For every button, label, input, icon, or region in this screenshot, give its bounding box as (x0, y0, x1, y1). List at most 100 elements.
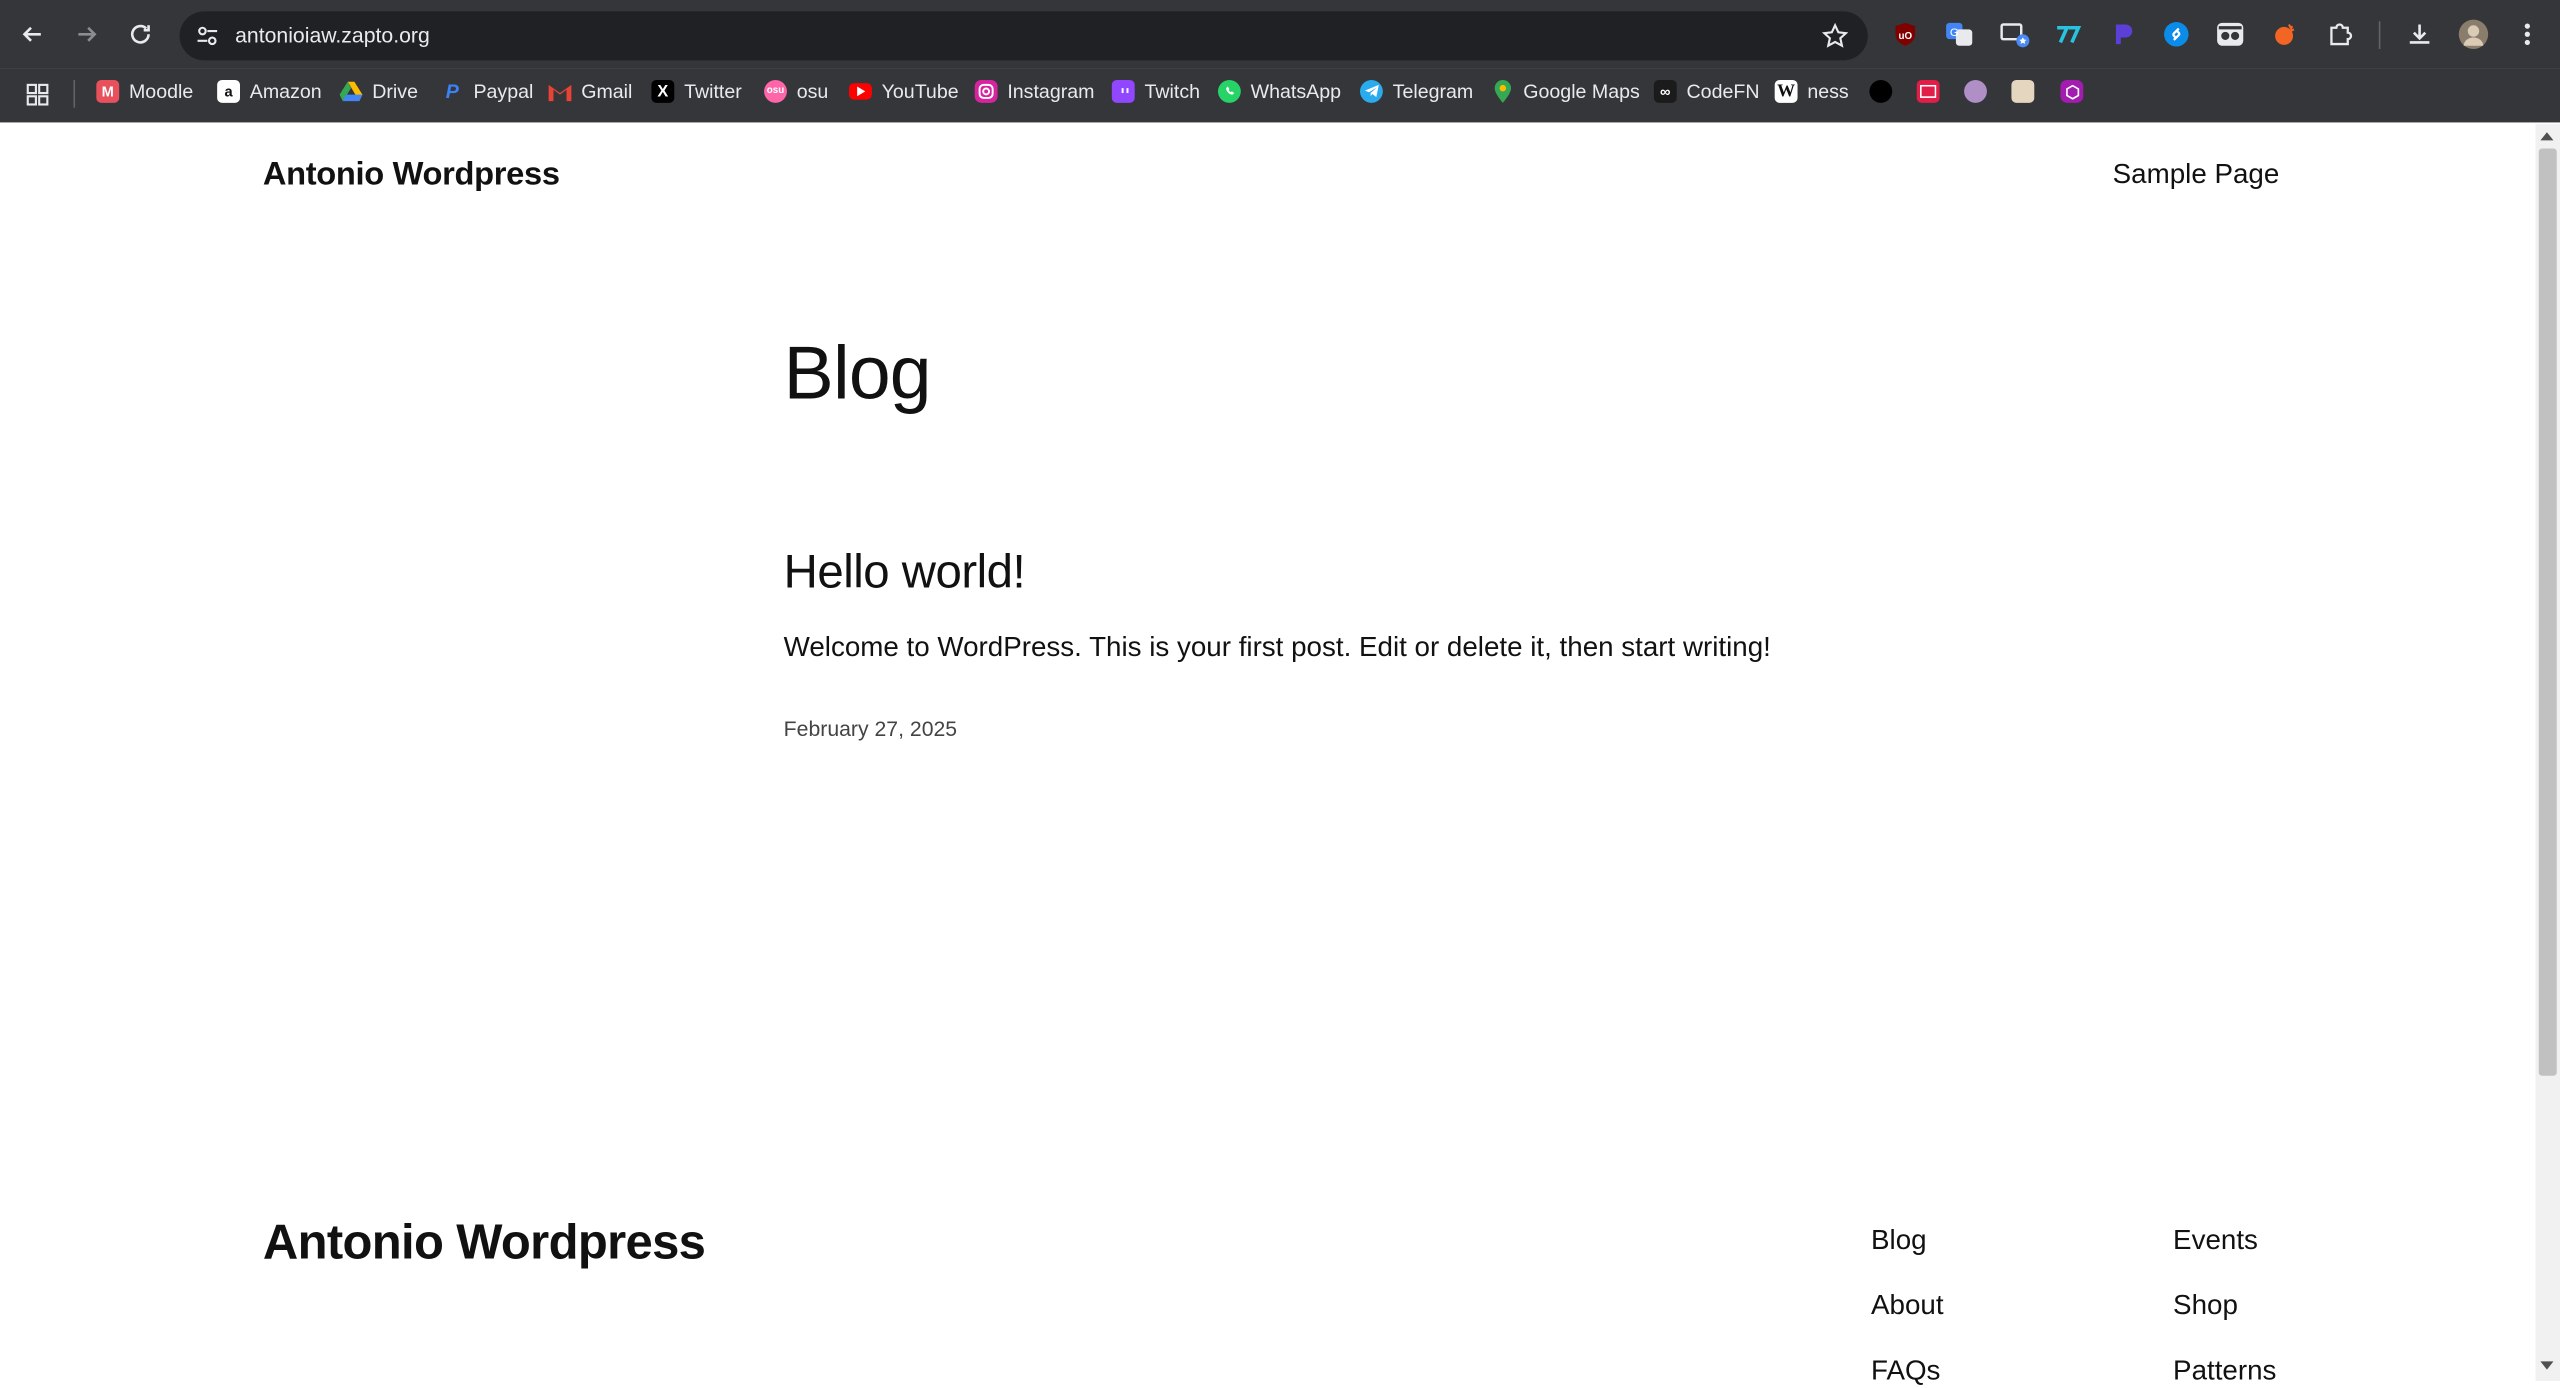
bookmark-ness[interactable]: W ness (1774, 73, 1849, 109)
bookmark-label: Gmail (581, 79, 633, 103)
bookmark-whatsapp[interactable]: WhatsApp (1217, 73, 1341, 109)
codefn-icon: ∞ (1653, 79, 1677, 103)
site-info-icon[interactable] (193, 21, 222, 50)
bookmark-label: Moodle (128, 79, 194, 103)
purple-hex-icon (2060, 79, 2084, 103)
bookmark-google-maps[interactable]: Google Maps (1491, 73, 1640, 109)
hand-wave-icon[interactable] (2268, 18, 2301, 51)
bookmark-label: Twitch (1144, 79, 1201, 103)
bookmark-anime-logo[interactable] (1964, 73, 1987, 109)
bookmark-twitch[interactable]: Twitch (1111, 73, 1201, 109)
bookmark-label: Twitter (684, 79, 742, 103)
bookmark-label: ness (1807, 79, 1849, 103)
twitch-icon (1111, 79, 1135, 103)
telegram-icon (1359, 79, 1383, 103)
bookmark-telegram[interactable]: Telegram (1359, 73, 1474, 109)
bookmark-gmail[interactable]: Gmail (548, 73, 633, 109)
incognito-glasses-icon[interactable] (2214, 18, 2247, 51)
paypal-icon: P (445, 79, 459, 103)
anime-avatar-icon (1964, 79, 1987, 103)
window-resizer-icon[interactable] (1998, 18, 2031, 51)
bookmark-label: Instagram (1007, 79, 1095, 103)
osu-icon: osu (764, 79, 787, 103)
footer-link-faqs[interactable]: FAQs (1871, 1355, 1940, 1388)
svg-text:uO: uO (1899, 31, 1913, 42)
footer-link-patterns[interactable]: Patterns (2173, 1355, 2276, 1388)
bookmark-youtube[interactable]: YouTube (848, 73, 959, 109)
footer-link-shop[interactable]: Shop (2173, 1290, 2238, 1323)
bookmark-amazon[interactable]: a Amazon (217, 73, 322, 109)
tab-manager-icon[interactable] (2052, 18, 2085, 51)
post-date[interactable]: February 27, 2025 (784, 717, 957, 741)
bookmark-dark-logo[interactable] (1869, 73, 1893, 109)
downloads-icon[interactable] (2403, 18, 2436, 51)
bookmark-twitter[interactable]: X Twitter (651, 73, 742, 109)
bookmark-label: Telegram (1392, 79, 1474, 103)
reload-icon (130, 24, 150, 44)
bookmark-paypal[interactable]: P Paypal (441, 73, 534, 109)
moodle-icon: M (96, 79, 120, 103)
footer-link-blog[interactable]: Blog (1871, 1224, 1927, 1257)
bookmark-instagram[interactable]: Instagram (974, 73, 1095, 109)
bookmark-red-logo[interactable] (1916, 73, 1940, 109)
art-thumbnail-icon (2011, 79, 2035, 103)
shazam-icon[interactable] (2160, 18, 2193, 51)
instagram-icon (974, 79, 998, 103)
site-title[interactable]: Antonio Wordpress (263, 157, 560, 195)
x-icon: X (651, 79, 675, 103)
bookmarks-divider (73, 79, 76, 108)
bookmark-label: YouTube (881, 79, 959, 103)
google-maps-icon (1491, 79, 1514, 103)
pocket-icon[interactable] (2106, 18, 2139, 51)
bookmark-codefn[interactable]: ∞ CodeFN (1653, 73, 1760, 109)
bookmark-label: CodeFN (1686, 79, 1760, 103)
page-title: Blog (783, 329, 932, 415)
toolbar-divider (2378, 21, 2381, 49)
wikipedia-icon: W (1774, 79, 1798, 103)
bookmark-label: Google Maps (1523, 79, 1640, 103)
browser-window: antonioiaw.zapto.org uO G M Moodle a Ama… (0, 0, 2560, 1386)
reload-button[interactable] (121, 15, 160, 54)
whatsapp-icon (1217, 79, 1241, 103)
forward-button[interactable] (67, 15, 106, 54)
bookmark-label: Amazon (249, 79, 322, 103)
bookmark-art-logo[interactable] (2011, 73, 2035, 109)
arrow-right-icon (78, 26, 97, 42)
ublock-origin-icon[interactable]: uO (1889, 18, 1922, 51)
footer-site-title[interactable]: Antonio Wordpress (263, 1216, 706, 1272)
apps-grid-icon[interactable] (26, 77, 49, 113)
gmail-icon (548, 80, 572, 103)
red-box-icon (1916, 79, 1940, 103)
google-drive-icon (339, 80, 363, 103)
amazon-icon: a (217, 79, 240, 103)
footer-link-events[interactable]: Events (2173, 1224, 2258, 1257)
footer-link-about[interactable]: About (1871, 1290, 1944, 1323)
bookmark-moodle[interactable]: M Moodle (96, 73, 193, 109)
post-title-link[interactable]: Hello world! (784, 547, 1026, 601)
post-excerpt: Welcome to WordPress. This is your first… (783, 631, 1771, 663)
scroll-up-arrow-icon[interactable] (2540, 132, 2554, 141)
youtube-icon (848, 83, 872, 100)
svg-text:G: G (1950, 27, 1959, 39)
bookmark-label: Drive (372, 79, 418, 103)
bookmark-purple-logo[interactable] (2060, 73, 2084, 109)
scrollbar-thumb[interactable] (2538, 148, 2557, 1076)
bookmark-label: osu (796, 79, 829, 103)
address-url[interactable]: antonioiaw.zapto.org (235, 23, 430, 47)
arrow-left-icon (22, 26, 41, 42)
scroll-down-arrow-icon[interactable] (2540, 1361, 2554, 1370)
back-button[interactable] (13, 15, 52, 54)
bookmark-label: WhatsApp (1250, 79, 1341, 103)
extensions-puzzle-icon[interactable] (2323, 18, 2356, 51)
bookmark-osu[interactable]: osu osu (764, 73, 828, 109)
address-bar[interactable]: antonioiaw.zapto.org (179, 11, 1868, 61)
nav-link-sample-page[interactable]: Sample Page (2113, 158, 2280, 191)
bookmark-label: Paypal (473, 79, 534, 103)
browser-menu-icon[interactable] (2511, 18, 2544, 51)
bookmark-drive[interactable]: Drive (339, 73, 418, 109)
profile-avatar[interactable] (2457, 18, 2490, 51)
google-translate-icon[interactable]: G (1943, 18, 1976, 51)
browser-toolbar: antonioiaw.zapto.org uO G (0, 0, 2560, 69)
dark-circle-icon (1869, 79, 1893, 103)
bookmark-star-icon[interactable] (1819, 20, 1852, 53)
